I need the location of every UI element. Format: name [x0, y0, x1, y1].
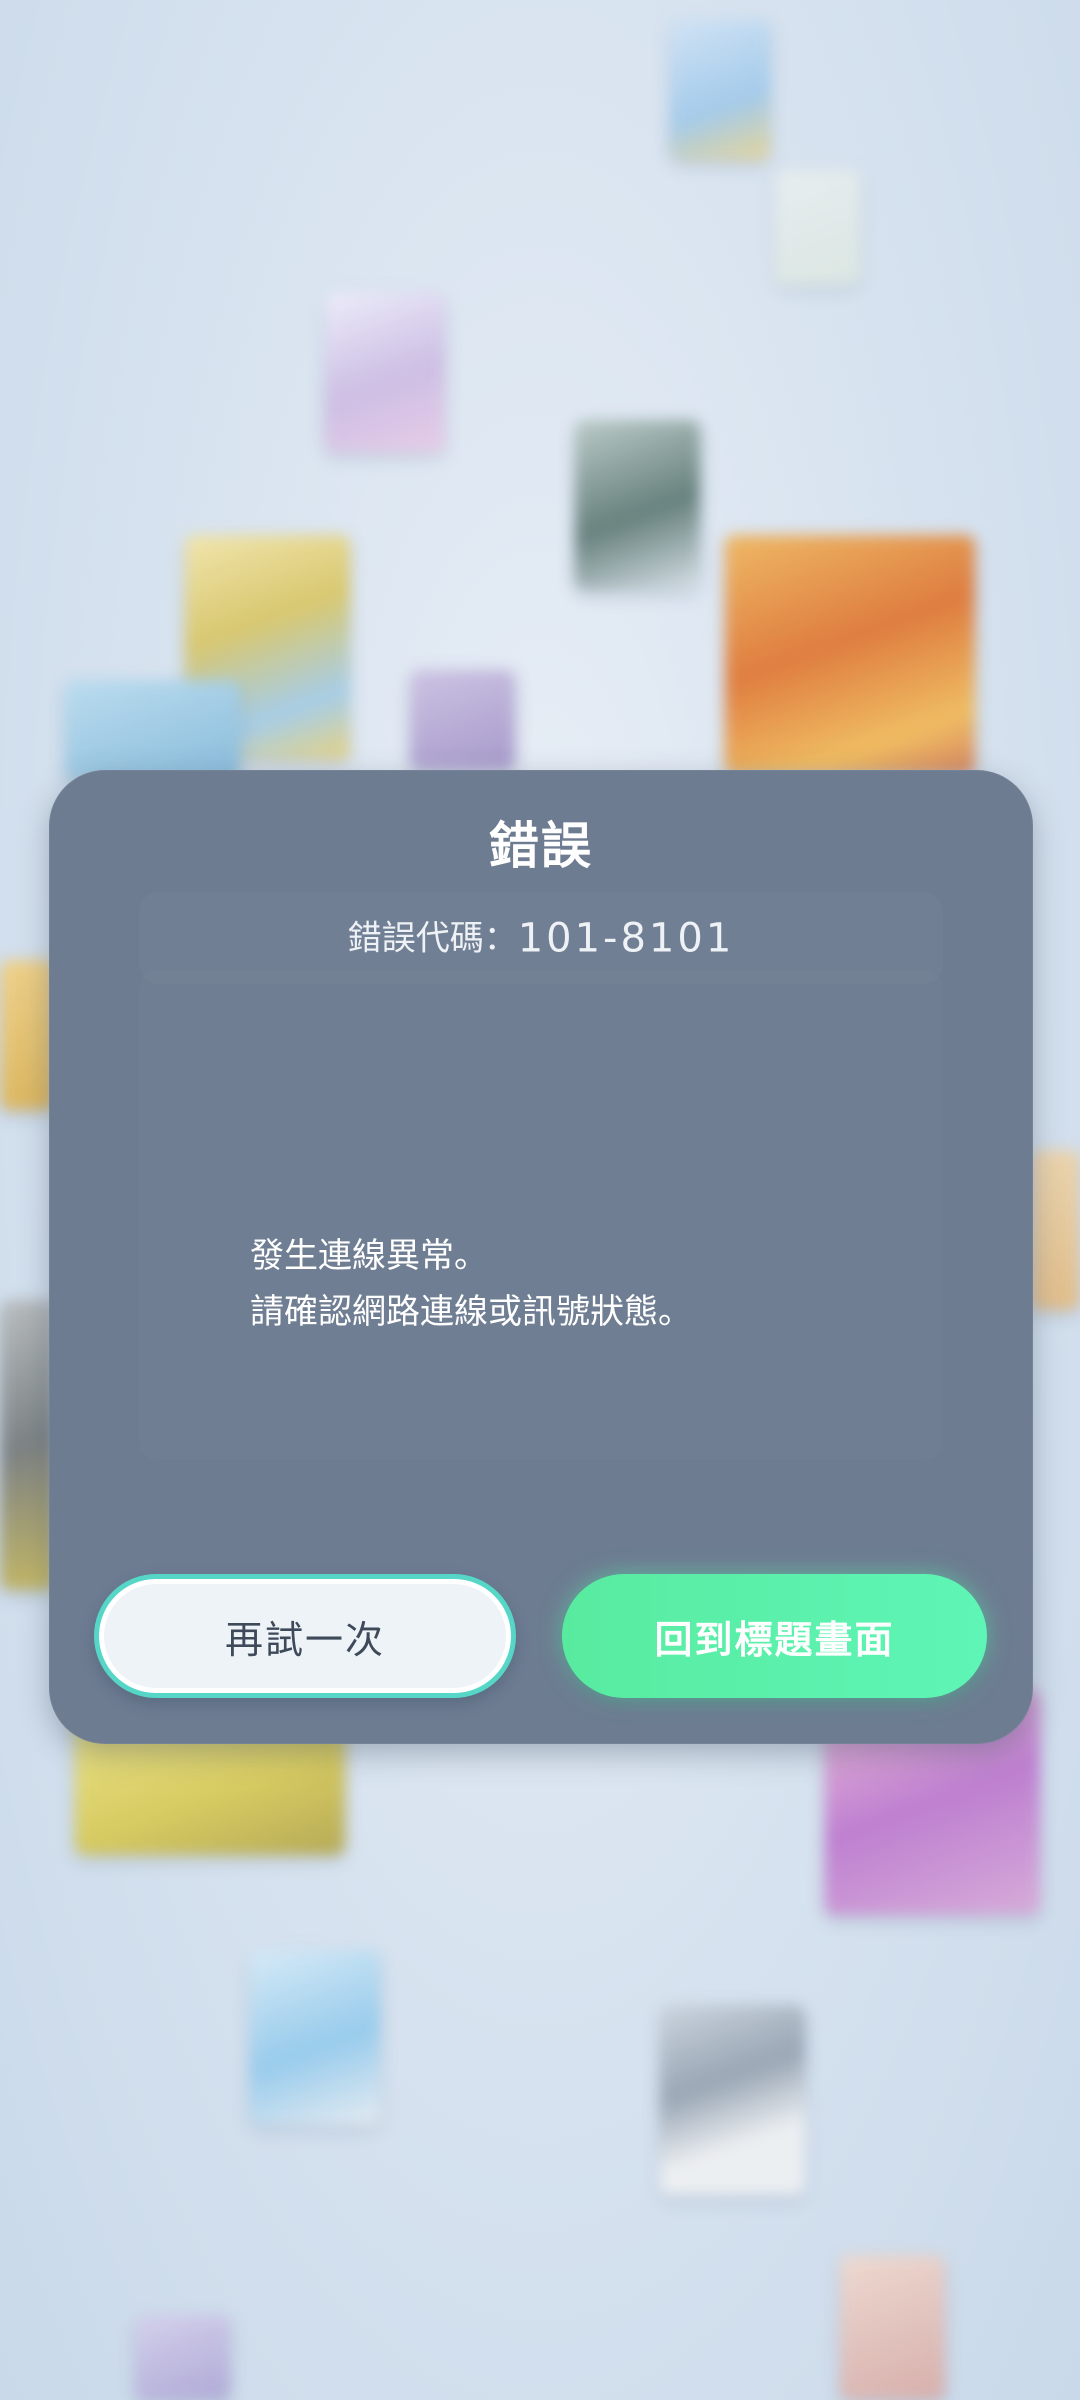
background-card [325, 292, 445, 452]
background-card [840, 2255, 945, 2400]
error-message-line: 請確認網路連線或訊號狀態。 [250, 1292, 692, 1332]
back-to-title-button[interactable]: 回到標題畫面 [562, 1574, 987, 1698]
error-code-row: 錯誤代碼：101-8101 [139, 892, 943, 984]
error-message-line: 發生連線異常。 [250, 1236, 488, 1276]
message-panel [139, 970, 943, 1460]
background-card [250, 1950, 380, 2125]
background-card [575, 420, 700, 590]
background-card [1030, 1150, 1080, 1310]
background-card [660, 2005, 805, 2195]
error-code-label: 錯誤代碼： [347, 918, 518, 959]
error-code-value: 101-8101 [517, 915, 735, 962]
dialog-title: 錯誤 [489, 817, 593, 875]
error-message: 發生連線異常。 請確認網路連線或訊號狀態。 [250, 1228, 692, 1340]
background-card [410, 670, 515, 770]
background-card [775, 170, 860, 285]
background-card [0, 1300, 55, 1590]
background-card [725, 535, 975, 775]
background-card [670, 20, 770, 160]
retry-button[interactable]: 再試一次 [94, 1574, 516, 1698]
background-card [0, 960, 55, 1110]
background-card [65, 680, 240, 780]
background-card [135, 2315, 230, 2400]
